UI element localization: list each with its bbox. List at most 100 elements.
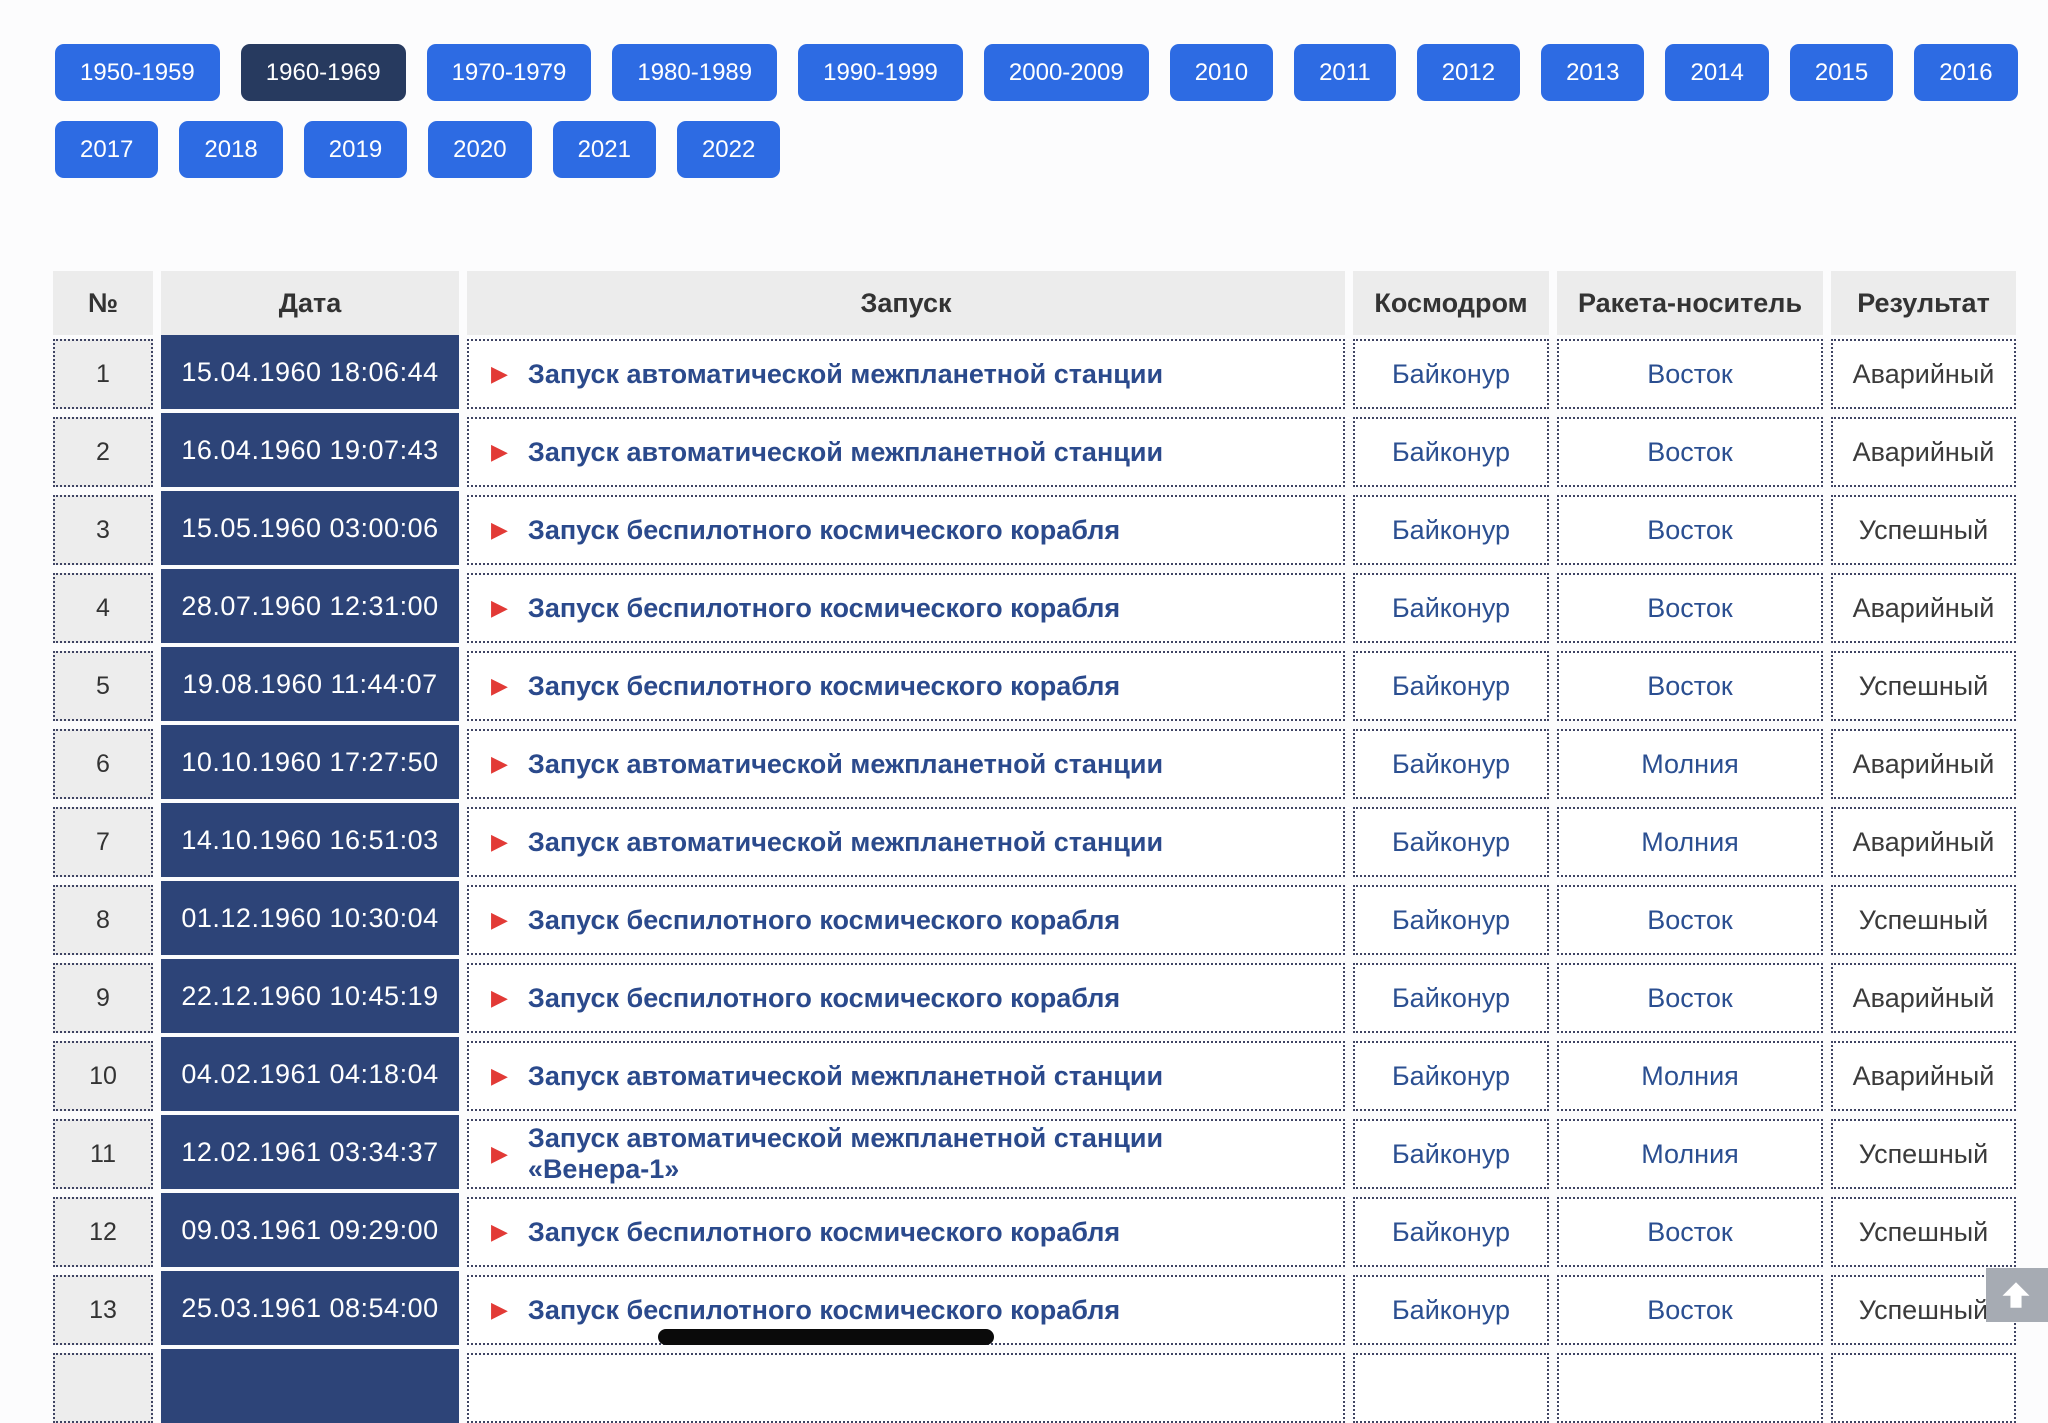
result-cell: Успешный [1831, 495, 2016, 565]
cosmodrome-cell: Байконур [1353, 729, 1549, 799]
year-filter-button-1990-1999[interactable]: 1990-1999 [798, 44, 963, 101]
launch-link[interactable]: Запуск автоматической межпланетной станц… [528, 827, 1163, 858]
table-row: 610.10.1960 17:27:50▶Запуск автоматическ… [53, 729, 2016, 795]
year-filter-button-2011[interactable]: 2011 [1294, 44, 1396, 101]
launch-link[interactable]: Запуск беспилотного космического корабля [528, 515, 1120, 546]
result-cell: Аварийный [1831, 729, 2016, 799]
launch-marker-icon: ▶ [491, 753, 508, 775]
year-filter-button-2015[interactable]: 2015 [1790, 44, 1893, 101]
date-cell: 14.10.1960 16:51:03 [161, 803, 459, 877]
launch-link[interactable]: Запуск беспилотного космического корабля [528, 1295, 1120, 1326]
rocket-cell: Восток [1557, 1197, 1823, 1267]
year-filter-button-1980-1989[interactable]: 1980-1989 [612, 44, 777, 101]
year-filter-button-2021[interactable]: 2021 [553, 121, 656, 178]
date-cell: 19.08.1960 11:44:07 [161, 647, 459, 721]
row-number-cell: 12 [53, 1197, 153, 1267]
launch-cell[interactable]: ▶ Запуск автоматической межпланетной стан… [467, 1119, 1345, 1189]
year-filter-button-2018[interactable]: 2018 [179, 121, 282, 178]
launch-cell[interactable]: ▶ Запуск автоматической межпланетной стан… [467, 417, 1345, 487]
launch-link[interactable]: Запуск беспилотного космического корабля [528, 1217, 1120, 1248]
launch-link[interactable]: Запуск автоматической межпланетной станц… [528, 749, 1163, 780]
table-row: 1112.02.1961 03:34:37▶Запуск автоматичес… [53, 1119, 2016, 1185]
launch-link[interactable]: Запуск беспилотного космического корабля [528, 983, 1120, 1014]
table-row: 315.05.1960 03:00:06▶Запуск беспилотного… [53, 495, 2016, 561]
year-filter-button-2014[interactable]: 2014 [1665, 44, 1768, 101]
table-row-partial [53, 1353, 2016, 1419]
launch-link[interactable]: Запуск автоматической межпланетной станц… [528, 359, 1163, 390]
launch-marker-icon: ▶ [491, 441, 508, 463]
column-header: Результат [1831, 271, 2016, 335]
table-body: 115.04.1960 18:06:44▶Запуск автоматическ… [53, 339, 2016, 1419]
year-filter-button-1960-1969[interactable]: 1960-1969 [241, 44, 406, 101]
launch-marker-icon: ▶ [491, 1221, 508, 1243]
launch-link[interactable]: Запуск автоматической межпланетной станц… [528, 1061, 1163, 1092]
launch-link[interactable]: Запуск беспилотного космического корабля [528, 905, 1120, 936]
table-row: 1004.02.1961 04:18:04▶Запуск автоматичес… [53, 1041, 2016, 1107]
cosmodrome-cell: Байконур [1353, 339, 1549, 409]
up-arrow-icon [1998, 1277, 2034, 1313]
launch-cell [467, 1353, 1345, 1423]
launch-cell[interactable]: ▶ Запуск автоматической межпланетной стан… [467, 729, 1345, 799]
result-cell: Аварийный [1831, 807, 2016, 877]
row-number-cell [53, 1353, 153, 1423]
year-filter-button-2016[interactable]: 2016 [1914, 44, 2017, 101]
date-cell [161, 1349, 459, 1423]
year-filter-button-2010[interactable]: 2010 [1170, 44, 1273, 101]
launch-link[interactable]: Запуск автоматической межпланетной станц… [528, 437, 1163, 468]
horizontal-scrollbar-thumb[interactable] [658, 1329, 994, 1345]
date-cell: 22.12.1960 10:45:19 [161, 959, 459, 1033]
launch-cell[interactable]: ▶Запуск беспилотного космического корабл… [467, 963, 1345, 1033]
launch-marker-icon: ▶ [491, 1299, 508, 1321]
date-cell: 15.05.1960 03:00:06 [161, 491, 459, 565]
rocket-cell: Молния [1557, 1119, 1823, 1189]
year-filter-button-2012[interactable]: 2012 [1417, 44, 1520, 101]
result-cell: Аварийный [1831, 1041, 2016, 1111]
result-cell: Аварийный [1831, 339, 2016, 409]
cosmodrome-cell: Байконур [1353, 1197, 1549, 1267]
result-cell: Аварийный [1831, 963, 2016, 1033]
cosmodrome-cell: Байконур [1353, 1041, 1549, 1111]
row-number-cell: 11 [53, 1119, 153, 1189]
launch-link[interactable]: Запуск беспилотного космического корабля [528, 593, 1120, 624]
launch-cell[interactable]: ▶Запуск беспилотного космического корабл… [467, 885, 1345, 955]
scroll-to-top-button[interactable] [1986, 1268, 2048, 1322]
date-cell: 09.03.1961 09:29:00 [161, 1193, 459, 1267]
column-header: Ракета-носитель [1557, 271, 1823, 335]
year-filter-button-2013[interactable]: 2013 [1541, 44, 1644, 101]
launch-cell[interactable]: ▶Запуск автоматической межпланетной стан… [467, 1041, 1345, 1111]
row-number-cell: 7 [53, 807, 153, 877]
launch-marker-icon: ▶ [491, 1143, 508, 1165]
launch-cell[interactable]: ▶Запуск беспилотного космического корабл… [467, 573, 1345, 643]
year-filter-button-2000-2009[interactable]: 2000-2009 [984, 44, 1149, 101]
year-filter-button-1950-1959[interactable]: 1950-1959 [55, 44, 220, 101]
year-filter-button-2022[interactable]: 2022 [677, 121, 780, 178]
cosmodrome-cell: Байконур [1353, 573, 1549, 643]
row-number-cell: 1 [53, 339, 153, 409]
cosmodrome-cell [1353, 1353, 1549, 1423]
result-cell: Успешный [1831, 1119, 2016, 1189]
year-filter-button-2017[interactable]: 2017 [55, 121, 158, 178]
column-header: Запуск [467, 271, 1345, 335]
year-filter-button-2020[interactable]: 2020 [428, 121, 531, 178]
launch-table: №ДатаЗапускКосмодромРакета-носительРезул… [53, 271, 2016, 1419]
launch-cell[interactable]: ▶Запуск беспилотного космического корабл… [467, 651, 1345, 721]
result-cell: Успешный [1831, 651, 2016, 721]
launch-cell[interactable]: ▶Запуск автоматической межпланетной стан… [467, 339, 1345, 409]
launch-cell[interactable]: ▶Запуск беспилотного космического корабл… [467, 495, 1345, 565]
cosmodrome-cell: Байконур [1353, 1275, 1549, 1345]
table-header-row: №ДатаЗапускКосмодромРакета-носительРезул… [53, 271, 2016, 335]
date-cell: 16.04.1960 19:07:43 [161, 413, 459, 487]
column-header: Космодром [1353, 271, 1549, 335]
result-cell: Аварийный [1831, 417, 2016, 487]
launch-cell[interactable]: ▶ Запуск беспилотного космического корабл… [467, 1197, 1345, 1267]
date-cell: 10.10.1960 17:27:50 [161, 725, 459, 799]
launch-cell[interactable]: ▶Запуск автоматической межпланетной стан… [467, 807, 1345, 877]
launch-link[interactable]: Запуск беспилотного космического корабля [528, 671, 1120, 702]
date-cell: 25.03.1961 08:54:00 [161, 1271, 459, 1345]
rocket-cell: Восток [1557, 339, 1823, 409]
rocket-cell: Восток [1557, 573, 1823, 643]
year-filter-button-1970-1979[interactable]: 1970-1979 [427, 44, 592, 101]
year-filter-button-2019[interactable]: 2019 [304, 121, 407, 178]
launch-link[interactable]: Запуск автоматической межпланетной станц… [528, 1123, 1321, 1185]
row-number-cell: 8 [53, 885, 153, 955]
